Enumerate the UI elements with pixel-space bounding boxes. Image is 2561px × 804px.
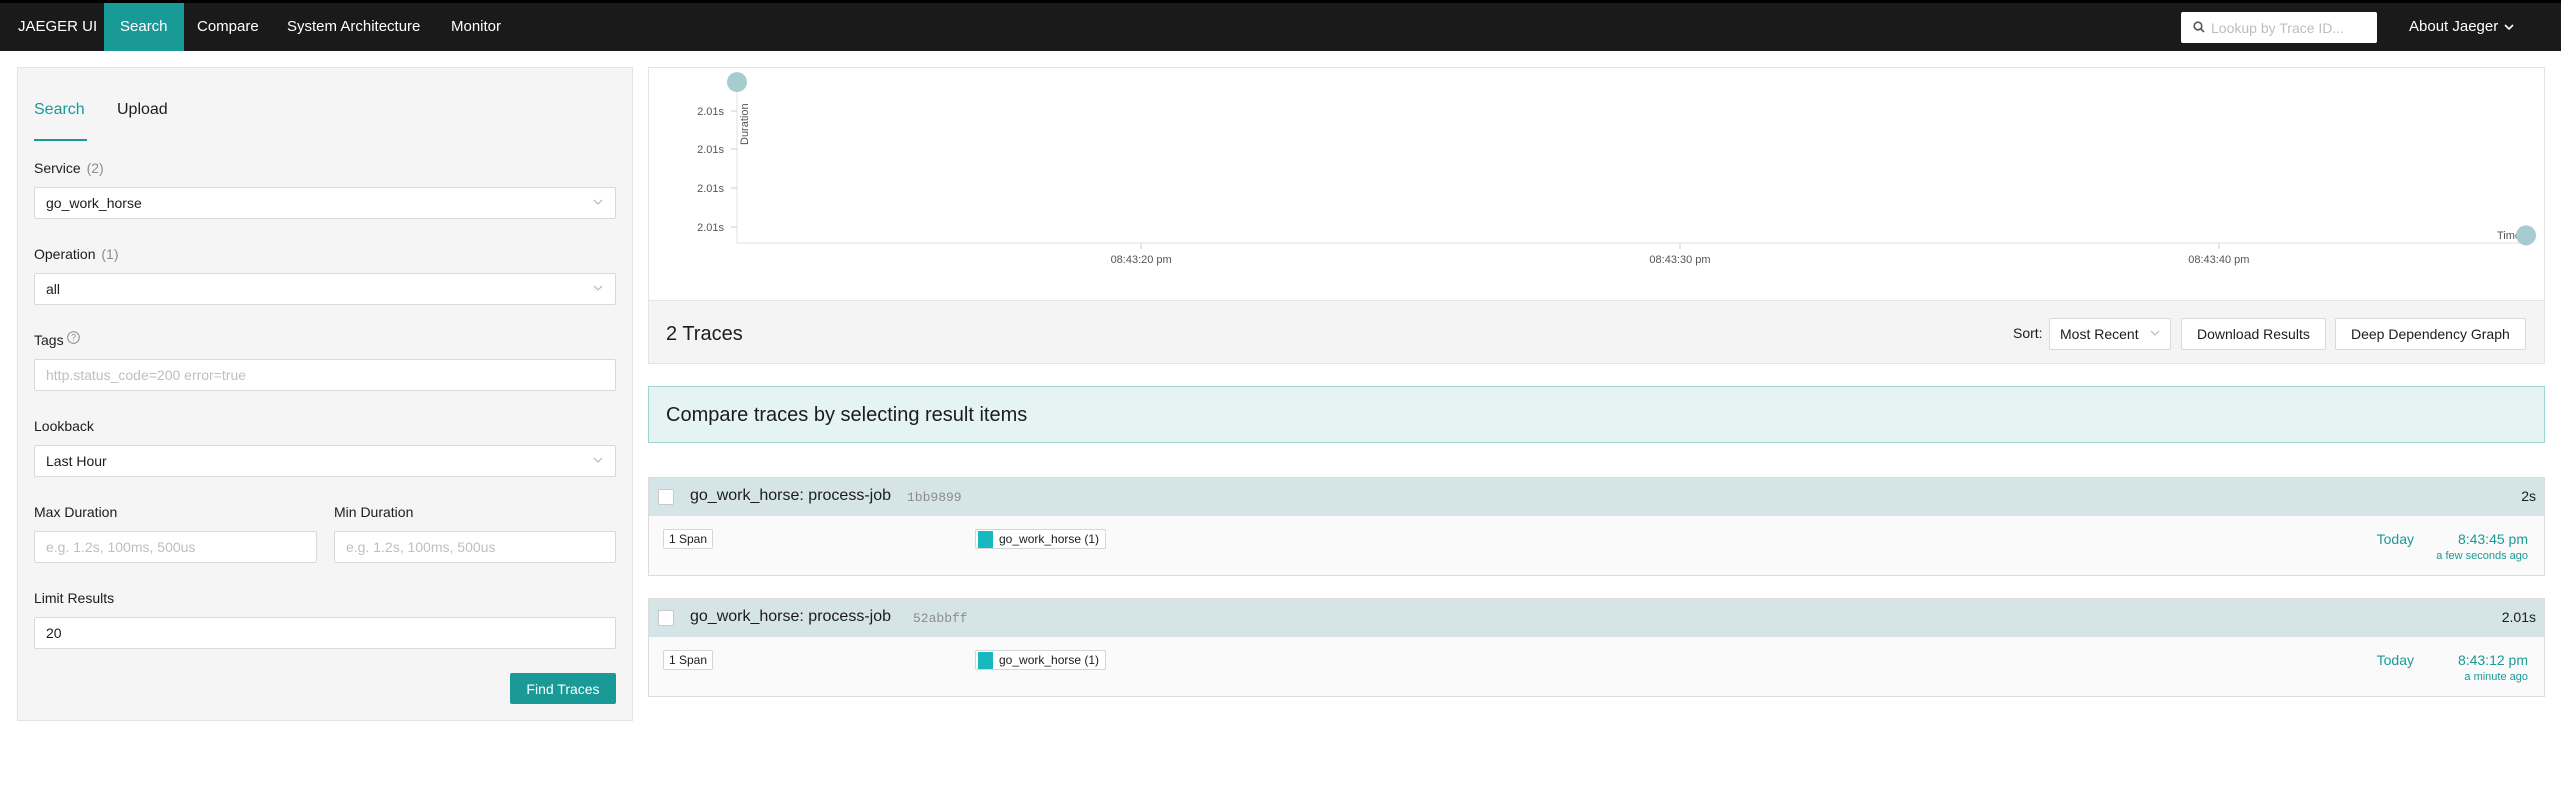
- trace-duration: 2.01s: [2501, 609, 2536, 625]
- question-circle-icon[interactable]: ?: [66, 331, 80, 344]
- min-duration-label: Min Duration: [334, 504, 414, 520]
- sort-label: Sort:: [2013, 325, 2043, 341]
- compare-banner: Compare traces by selecting result items: [648, 386, 2545, 443]
- lookback-select-value: Last Hour: [46, 453, 107, 469]
- y-tick-label: 2.01s: [697, 183, 724, 195]
- trace-time: 8:43:12 pm: [2457, 652, 2528, 668]
- about-jaeger-menu[interactable]: About Jaeger: [2393, 3, 2530, 51]
- search-icon: [2193, 21, 2205, 33]
- trace-id: 52abbff: [913, 611, 968, 626]
- service-select-value: go_work_horse: [46, 195, 142, 211]
- span-count-tag: 1 Span: [663, 529, 714, 549]
- nav-item-compare[interactable]: Compare: [181, 3, 275, 51]
- service-count: (2): [86, 160, 104, 176]
- y-axis-label: Duration: [739, 103, 751, 145]
- x-tick-label: 08:43:30 pm: [1649, 254, 1710, 266]
- tags-label: Tags?: [34, 331, 80, 348]
- chevron-down-icon: [593, 199, 603, 205]
- trace-date: Today: [2376, 531, 2414, 547]
- top-nav: JAEGER UI Search Compare System Architec…: [0, 0, 2561, 51]
- y-tick-label: 2.01s: [697, 144, 724, 156]
- service-tag-label: go_work_horse (1): [999, 653, 1100, 667]
- deep-dependency-graph-button[interactable]: Deep Dependency Graph: [2335, 318, 2526, 350]
- chevron-down-icon: [2150, 330, 2160, 336]
- results-count: 2 Traces: [666, 323, 743, 345]
- trace-header[interactable]: go_work_horse: process-job 52abbff 2.01s: [649, 599, 2544, 637]
- max-duration-input[interactable]: [34, 531, 317, 563]
- x-tick-label: 08:43:40 pm: [2188, 254, 2249, 266]
- operation-count: (1): [101, 246, 119, 262]
- service-select[interactable]: go_work_horse: [34, 187, 616, 219]
- trace-time: 8:43:45 pm: [2457, 531, 2528, 547]
- nav-item-search[interactable]: Search: [104, 3, 184, 51]
- trace-id: 1bb9899: [907, 490, 962, 505]
- trace-select-checkbox[interactable]: [658, 489, 674, 505]
- operation-label-text: Operation: [34, 246, 96, 262]
- brand-logo[interactable]: JAEGER UI: [0, 3, 115, 51]
- service-tag: go_work_horse (1): [975, 529, 1107, 549]
- trace-id-search: [2181, 12, 2377, 43]
- tab-search[interactable]: Search: [34, 101, 85, 119]
- service-label-text: Service: [34, 160, 81, 176]
- tags-input[interactable]: [34, 359, 616, 391]
- sort-select[interactable]: Most Recent: [2049, 318, 2171, 350]
- operation-select-value: all: [46, 281, 61, 297]
- service-tag: go_work_horse (1): [975, 650, 1107, 670]
- operation-label: Operation (1): [34, 246, 119, 262]
- scatter-plot-svg: Duration Time 2.01s2.01s2.01s2.01s 08:43…: [697, 72, 2536, 266]
- svg-text:?: ?: [71, 333, 76, 343]
- results-header: 2 Traces Sort: Most Recent Download Resu…: [648, 300, 2545, 364]
- service-color-swatch: [978, 652, 993, 669]
- x-tick-label: 08:43:20 pm: [1111, 254, 1172, 266]
- download-results-button[interactable]: Download Results: [2181, 318, 2326, 350]
- sort-select-value: Most Recent: [2060, 326, 2139, 342]
- operation-select[interactable]: all: [34, 273, 616, 305]
- trace-title[interactable]: go_work_horse: process-job: [690, 608, 891, 626]
- lookback-select[interactable]: Last Hour: [34, 445, 616, 477]
- span-count-tag: 1 Span: [663, 650, 714, 670]
- trace-point[interactable]: [727, 72, 747, 93]
- trace-title[interactable]: go_work_horse: process-job: [690, 487, 891, 505]
- limit-results-input[interactable]: [34, 617, 616, 649]
- trace-item[interactable]: go_work_horse: process-job 1bb9899 2s 1 …: [648, 477, 2545, 576]
- compare-banner-text: Compare traces by selecting result items: [666, 404, 1028, 426]
- max-duration-label: Max Duration: [34, 504, 118, 520]
- lookback-label: Lookback: [34, 418, 94, 434]
- trace-date: Today: [2376, 652, 2414, 668]
- service-color-swatch: [978, 531, 993, 548]
- service-tag-label: go_work_horse (1): [999, 532, 1100, 546]
- trace-relative-time: a minute ago: [2464, 671, 2528, 683]
- nav-item-monitor[interactable]: Monitor: [435, 3, 517, 51]
- tags-label-text: Tags: [34, 332, 64, 348]
- y-tick-label: 2.01s: [697, 106, 724, 118]
- trace-header[interactable]: go_work_horse: process-job 1bb9899 2s: [649, 478, 2544, 516]
- trace-duration: 2s: [2521, 488, 2536, 504]
- find-traces-button[interactable]: Find Traces: [510, 673, 616, 704]
- trace-item[interactable]: go_work_horse: process-job 52abbff 2.01s…: [648, 598, 2545, 697]
- nav-item-system-architecture[interactable]: System Architecture: [271, 3, 436, 51]
- tab-upload[interactable]: Upload: [117, 101, 168, 119]
- min-duration-input[interactable]: [334, 531, 616, 563]
- trace-scatter-plot: Duration Time 2.01s 2.01s 2.01s 2.01s 08:43…: [648, 67, 2545, 300]
- trace-select-checkbox[interactable]: [658, 610, 674, 626]
- search-panel: Search Upload Service (2) go_work_horse …: [17, 67, 633, 721]
- chevron-down-icon: [593, 285, 603, 291]
- chevron-down-icon: [2504, 23, 2514, 30]
- trace-point[interactable]: [2516, 225, 2536, 246]
- service-label: Service (2): [34, 160, 104, 176]
- limit-results-label: Limit Results: [34, 590, 115, 606]
- about-jaeger-label: About Jaeger: [2409, 18, 2499, 35]
- y-tick-label: 2.01s: [697, 222, 724, 234]
- trace-id-search-input[interactable]: [2211, 12, 2371, 43]
- trace-relative-time: a few seconds ago: [2436, 550, 2528, 562]
- chevron-down-icon: [593, 457, 603, 463]
- active-tab-indicator: [34, 139, 87, 141]
